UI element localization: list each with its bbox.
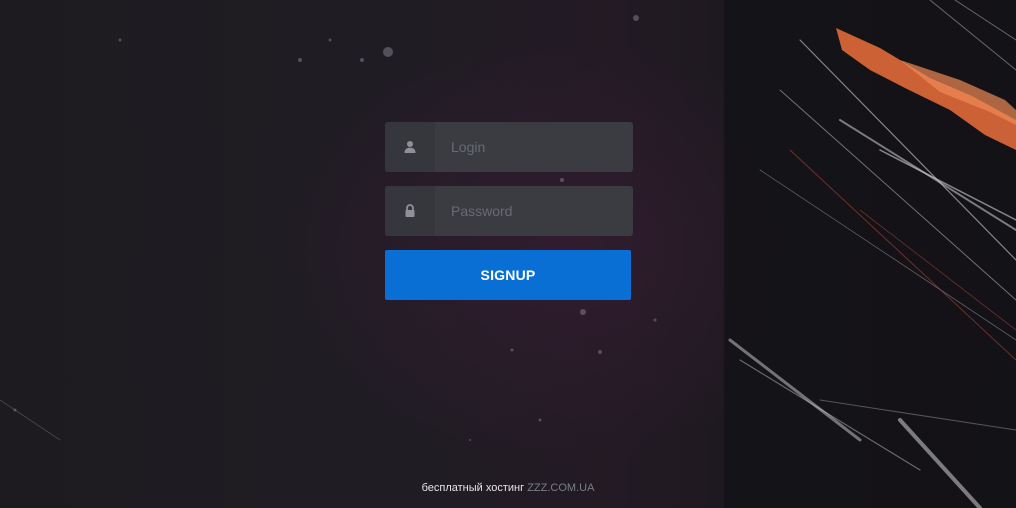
user-icon (385, 122, 435, 172)
signup-form: SIGNUP (385, 122, 633, 300)
footer-text: бесплатный хостинг (421, 482, 525, 494)
password-field[interactable] (385, 186, 633, 236)
login-input[interactable] (435, 122, 625, 172)
footer: бесплатный хостинг ZZZ.COM.UA (0, 482, 1016, 494)
signup-button[interactable]: SIGNUP (385, 250, 631, 300)
lock-icon (385, 186, 435, 236)
password-input[interactable] (435, 186, 625, 236)
login-field[interactable] (385, 122, 633, 172)
hosting-link[interactable]: ZZZ.COM.UA (527, 482, 594, 494)
